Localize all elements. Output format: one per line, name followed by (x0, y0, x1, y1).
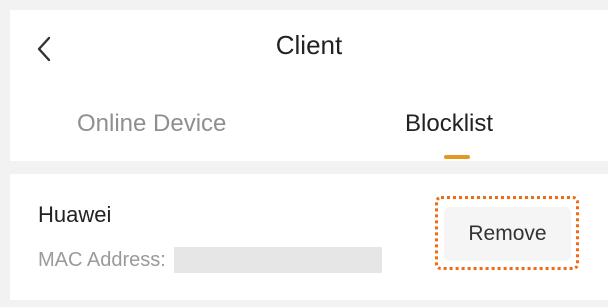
tab-online-device[interactable]: Online Device (77, 110, 226, 138)
tab-blocklist[interactable]: Blocklist (405, 110, 493, 138)
list-item: Huawei MAC Address: Remove (10, 174, 608, 300)
active-tab-indicator (444, 155, 470, 159)
remove-button[interactable]: Remove (444, 207, 571, 261)
mac-address-label: MAC Address: (38, 248, 166, 271)
device-name: Huawei (38, 202, 112, 227)
page-title: Client (275, 30, 343, 60)
mac-address-redacted (173, 247, 382, 273)
mac-address-row: MAC Address: (38, 246, 382, 274)
header-panel: Client Online Device Blocklist (10, 10, 608, 161)
